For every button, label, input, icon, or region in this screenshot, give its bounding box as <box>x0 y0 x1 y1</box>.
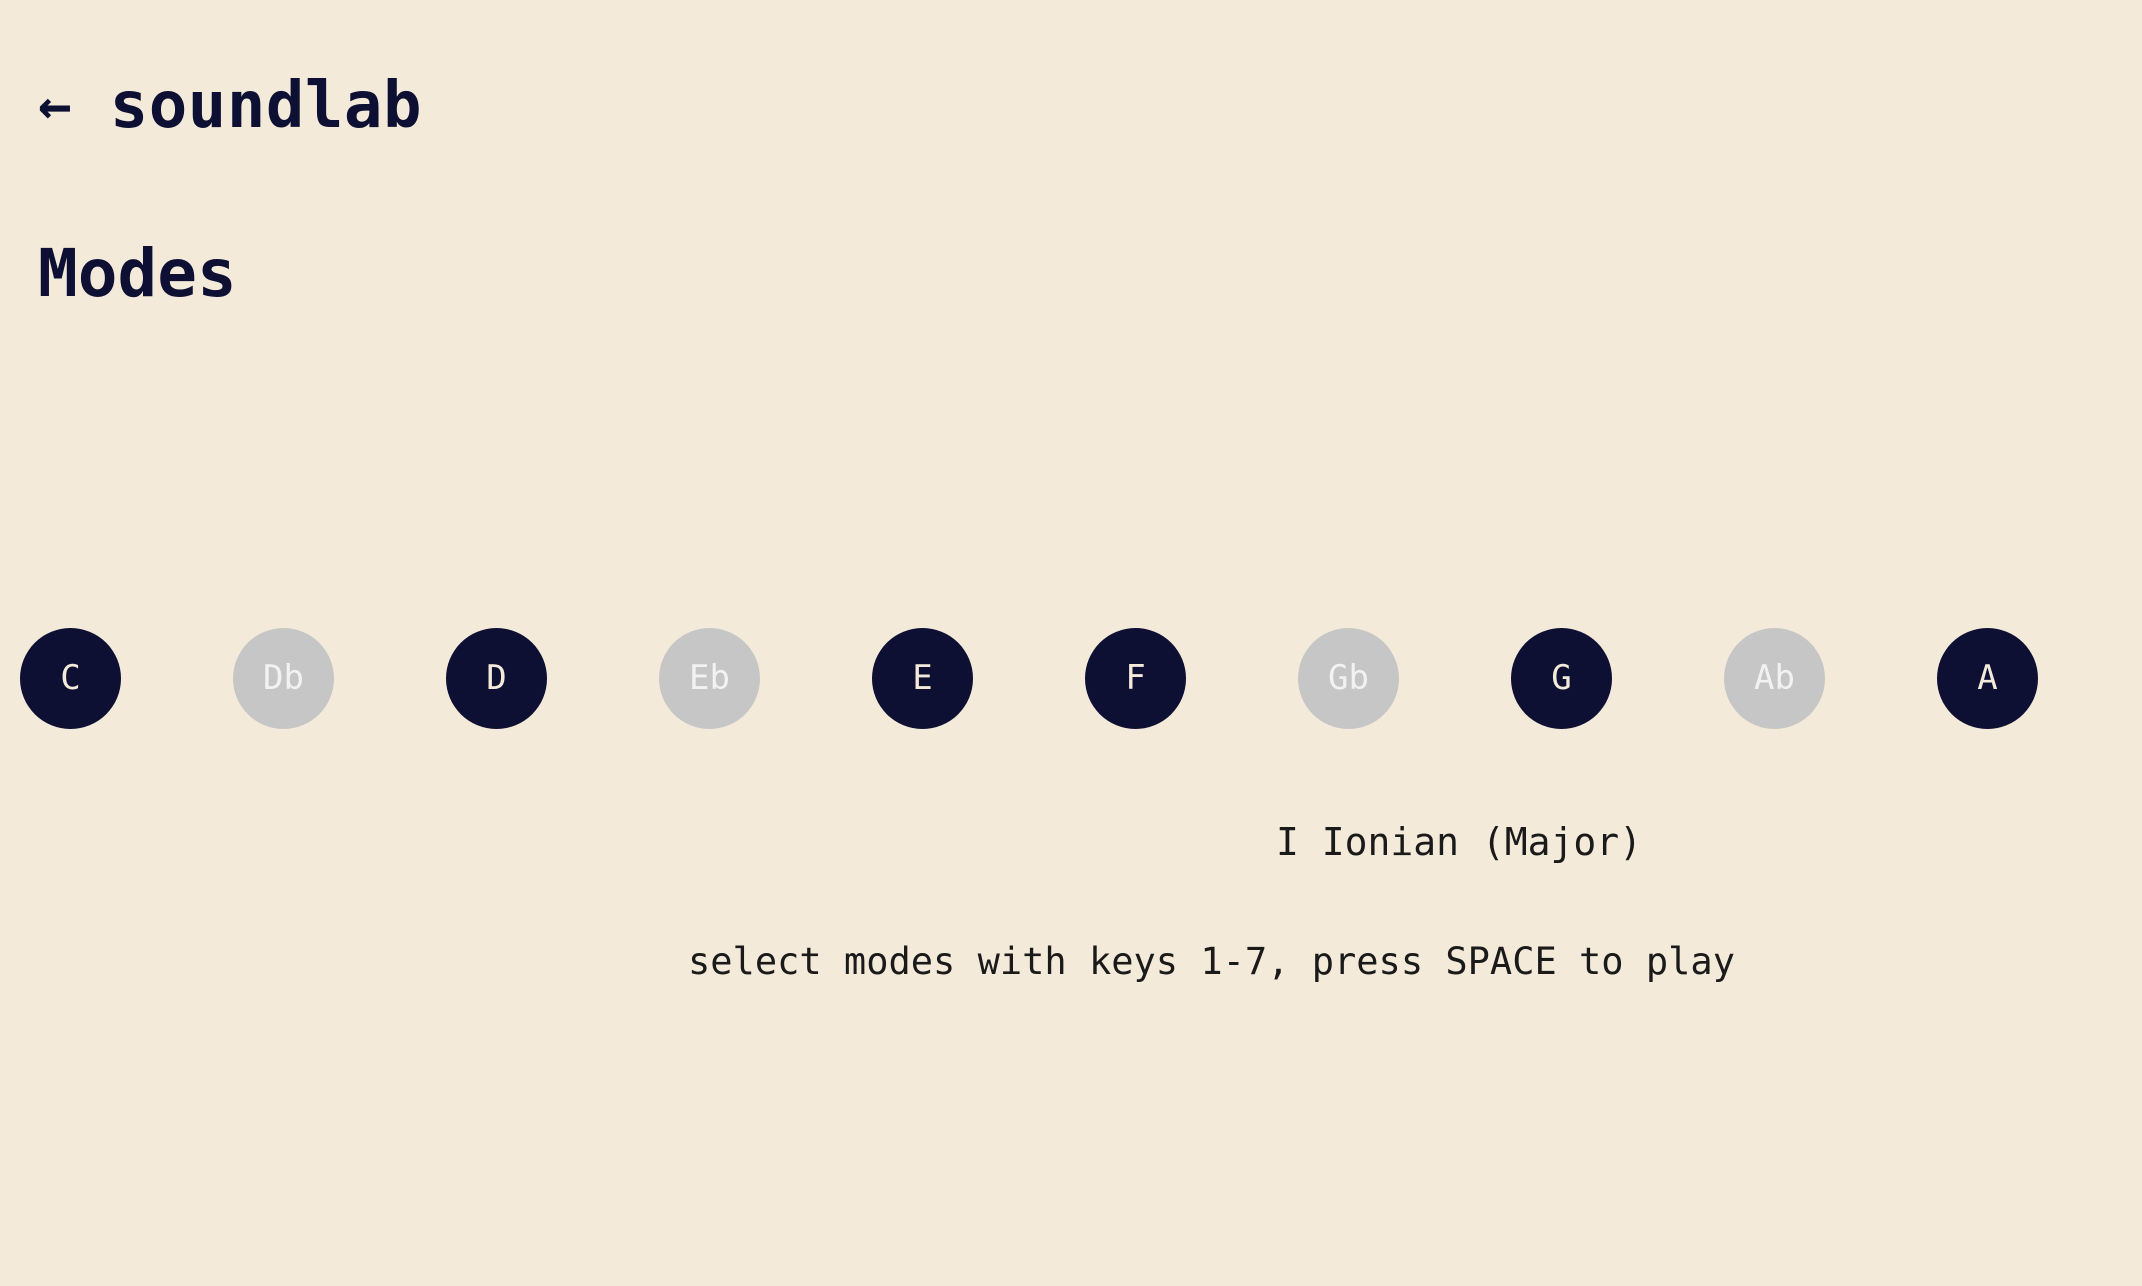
left-arrow-icon[interactable]: ← <box>38 78 72 134</box>
note-label: G <box>1551 658 1572 698</box>
page: ← soundlab Modes C Db D Eb E F Gb G Ab A… <box>0 0 2142 1286</box>
note-button-gb[interactable]: Gb <box>1298 627 1399 729</box>
note-label: Ab <box>1754 658 1795 698</box>
app-title-link[interactable]: soundlab <box>110 74 422 138</box>
mode-label: I Ionian (Major) <box>1276 820 1643 864</box>
note-label: A <box>1977 658 1998 698</box>
note-row: C Db D Eb E F Gb G Ab A <box>20 627 2080 729</box>
header: ← soundlab <box>38 66 422 146</box>
note-button-c[interactable]: C <box>20 627 121 729</box>
page-title: Modes <box>38 235 237 312</box>
instructions-text: select modes with keys 1-7, press SPACE … <box>688 940 1735 983</box>
note-button-g[interactable]: G <box>1511 627 1612 729</box>
note-button-eb[interactable]: Eb <box>659 627 760 729</box>
note-label: Eb <box>689 658 730 698</box>
note-label: D <box>486 658 507 698</box>
note-button-db[interactable]: Db <box>233 627 334 729</box>
note-label: Gb <box>1328 658 1369 698</box>
note-button-e[interactable]: E <box>872 627 973 729</box>
note-button-f[interactable]: F <box>1085 627 1186 729</box>
note-label: Db <box>263 658 304 698</box>
note-label: E <box>912 658 933 698</box>
note-label: F <box>1125 658 1146 698</box>
note-label: C <box>60 658 81 698</box>
note-button-d[interactable]: D <box>446 627 547 729</box>
note-button-a[interactable]: A <box>1937 627 2038 729</box>
note-button-ab[interactable]: Ab <box>1724 627 1825 729</box>
